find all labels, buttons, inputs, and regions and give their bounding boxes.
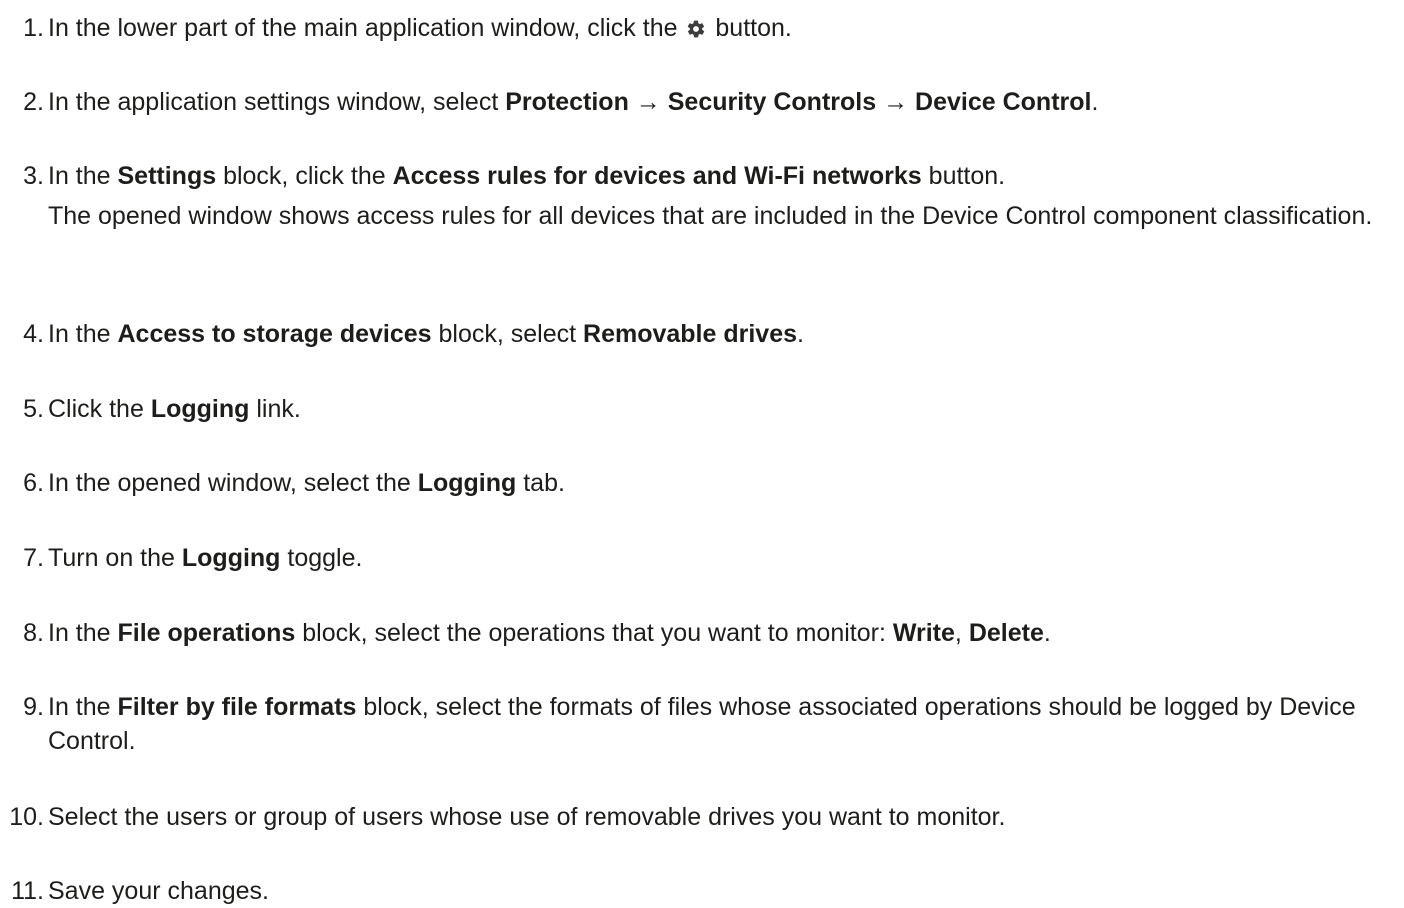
step-text-part: block, click the (216, 162, 393, 190)
step-text-part: . (1091, 88, 1099, 116)
ui-logging-tab: Logging (417, 469, 517, 497)
step-text-part: Select the users or group of users whose… (48, 803, 1006, 831)
step-number: 4. (23, 320, 44, 348)
ui-access-rules-button: Access rules for devices and Wi-Fi netwo… (392, 162, 922, 190)
step-text-part: block, select (431, 320, 584, 348)
step-text-part: . (797, 320, 804, 348)
step-text-part: In the (48, 619, 118, 647)
ui-removable-drives: Removable drives (583, 320, 798, 348)
ui-delete-option: Delete (968, 619, 1044, 647)
ui-write-option: Write (892, 619, 955, 647)
ui-filter-by-file-formats-block: Filter by file formats (117, 693, 357, 721)
step-number: 3. (23, 162, 44, 190)
step-text-part: Turn on the (48, 544, 182, 572)
gear-icon (686, 19, 706, 39)
step-text-part: , (954, 619, 969, 647)
instruction-steps: 1. In the lower part of the main applica… (0, 0, 1404, 905)
ui-access-to-storage-block: Access to storage devices (117, 320, 432, 348)
step-text-part: In the (48, 320, 118, 348)
step-text: In the Access to storage devices block, … (48, 317, 1400, 351)
step-text: Turn on the Logging toggle. (48, 541, 1400, 575)
step-text: In the lower part of the main applicatio… (48, 11, 1400, 45)
step-text-part: In the (48, 162, 118, 190)
step-number: 9. (23, 693, 44, 721)
step-text-part: In the application settings window, sele… (48, 88, 506, 116)
step-number: 2. (23, 88, 44, 116)
step-text-part: button. (708, 14, 792, 42)
step-text-part: In the opened window, select the (48, 469, 418, 497)
step-number: 6. (23, 469, 44, 497)
step-text-part: tab. (516, 469, 565, 497)
step-text-part: In the lower part of the main applicatio… (48, 14, 685, 42)
step-text-part: . (1043, 619, 1051, 647)
step-text-part: toggle. (280, 544, 363, 572)
step-number: 7. (23, 544, 44, 572)
step-text-part: Click the (48, 395, 151, 423)
ui-path-security-controls: Security Controls (667, 88, 877, 116)
ui-file-operations-block: File operations (117, 619, 296, 647)
step-text: In the Filter by file formats block, sel… (48, 690, 1400, 758)
step-text: Select the users or group of users whose… (48, 800, 1400, 834)
step-text: In the application settings window, sele… (48, 85, 1400, 119)
step-note: The opened window shows access rules for… (48, 202, 1373, 230)
step-text: Click the Logging link. (48, 392, 1400, 426)
ui-settings-block: Settings (117, 162, 217, 190)
step-text-part: block, select the operations that you wa… (295, 619, 893, 647)
step-text: In the Settings block, click the Access … (48, 159, 1400, 233)
arrow-separator: → (876, 88, 916, 116)
step-number: 10. (9, 803, 44, 831)
step-number: 11. (11, 877, 44, 905)
step-number: 1. (23, 14, 44, 42)
ui-path-device-control: Device Control (915, 88, 1092, 116)
step-text-part: In the (48, 693, 118, 721)
step-text-part: button. (921, 162, 1006, 190)
step-text-part: Save your changes. (48, 877, 269, 905)
arrow-separator: → (628, 88, 668, 116)
step-number: 8. (23, 619, 44, 647)
ui-logging-toggle: Logging (181, 544, 281, 572)
step-text: In the opened window, select the Logging… (48, 466, 1400, 500)
step-number: 5. (23, 395, 44, 423)
step-text-part: link. (249, 395, 301, 423)
ui-path-protection: Protection (505, 88, 629, 116)
step-text: Save your changes. (48, 874, 1400, 908)
step-text: In the File operations block, select the… (48, 616, 1400, 650)
ui-logging-link: Logging (150, 395, 250, 423)
